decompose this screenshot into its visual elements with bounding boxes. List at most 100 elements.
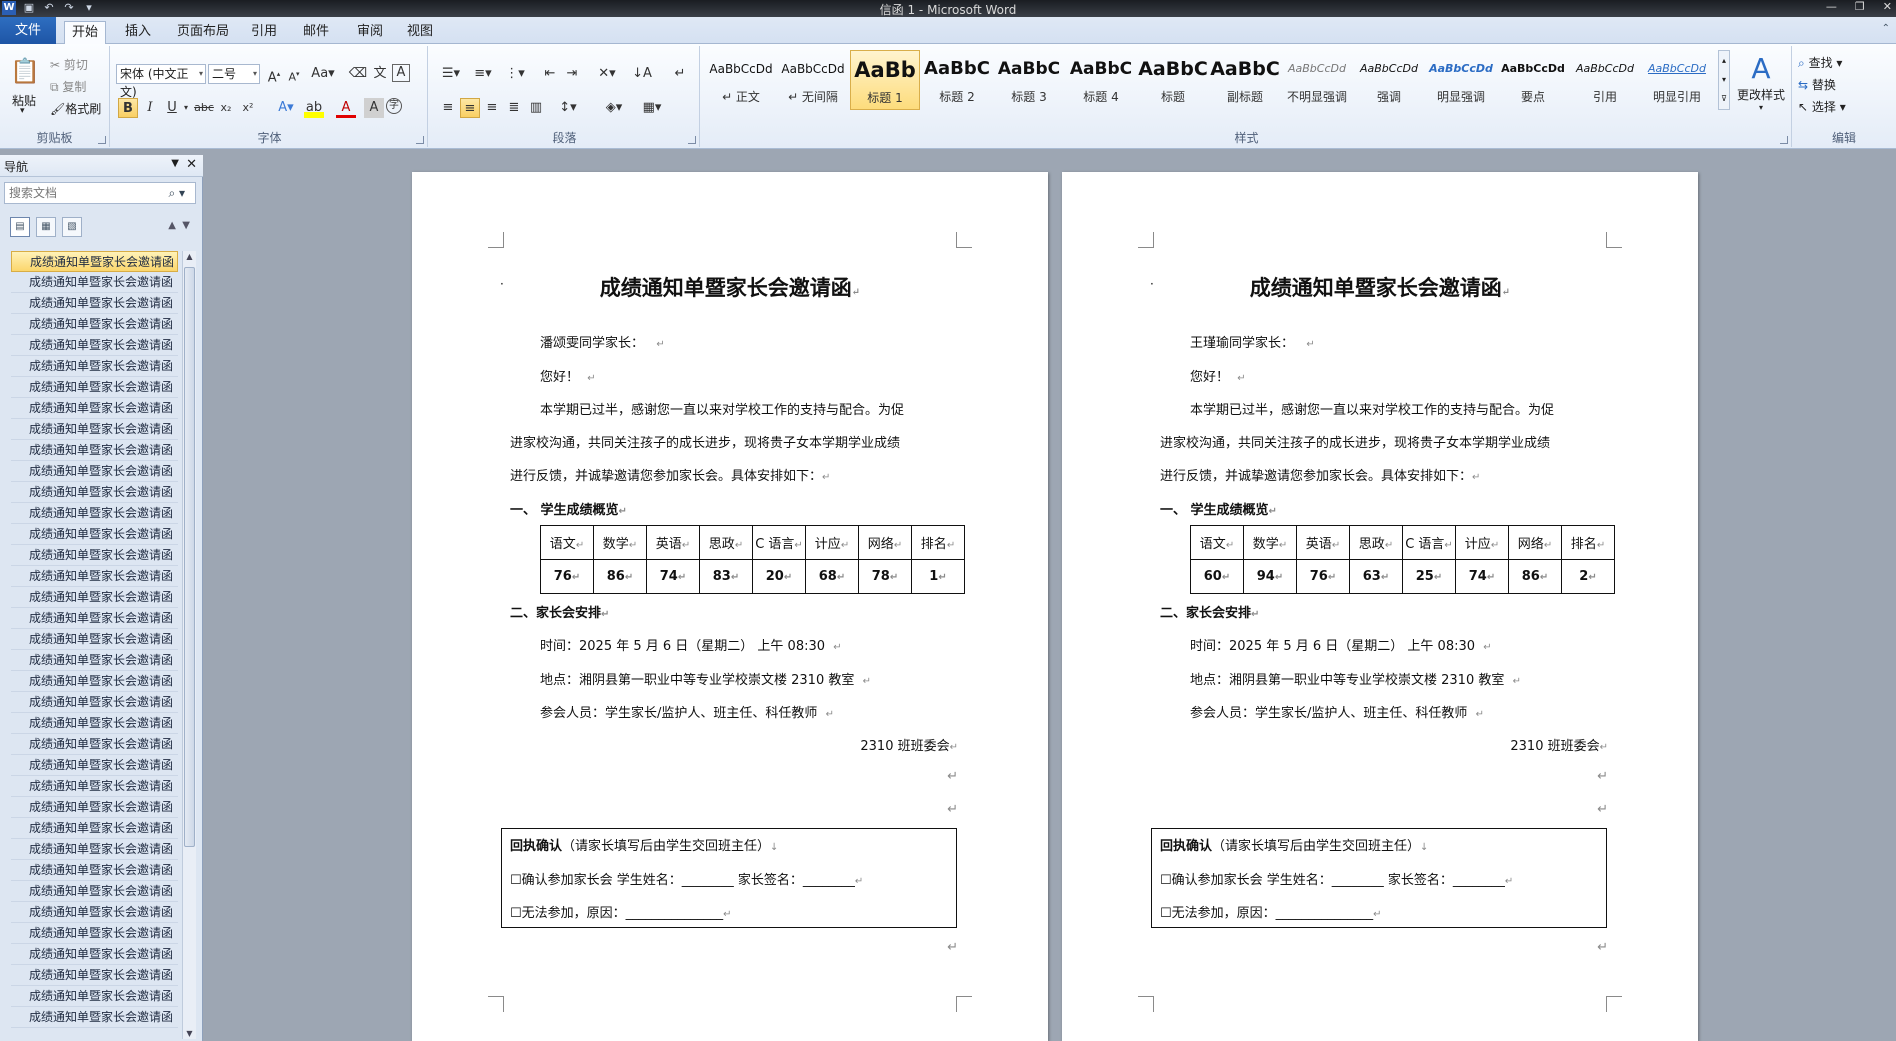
nav-heading-item[interactable]: 成绩通知单暨家长会邀请函 [11, 818, 178, 839]
chinese-layout-icon[interactable]: ✕▾ [594, 64, 620, 84]
reply-title-line[interactable]: 回执确认（请家长填写后由学生交回班主任）↓ [510, 835, 778, 854]
nav-heading-item[interactable]: 成绩通知单暨家长会邀请函 [11, 251, 178, 272]
distribute-icon[interactable]: ▥ [526, 98, 546, 118]
score-cell[interactable]: 86↵ [1508, 559, 1562, 594]
meeting-place-line[interactable]: 地点：湘阴县第一职业中等专业学校崇文楼 2310 教室 ↵ [1190, 669, 1521, 688]
score-cell[interactable]: 1↵ [911, 559, 965, 594]
style-card[interactable]: AaBbCcDd 强调 [1354, 50, 1424, 110]
nav-heading-item[interactable]: 成绩通知单暨家长会邀请函 [11, 608, 178, 629]
reply-option-attend[interactable]: ☐确认参加家长会 学生姓名：________ 家长签名：________↵ [510, 869, 863, 888]
scores-table[interactable]: 语文↵ 数学↵ 英语↵ 思政↵ C 语言↵ 计应↵ 网络↵ 排名↵ 60↵ 94↵ 76↵ 63↵ 2… [1190, 525, 1615, 594]
score-cell[interactable]: 83↵ [699, 559, 753, 594]
subject-header-cell[interactable]: 计应↵ [805, 525, 859, 560]
char-shading-icon[interactable]: A [364, 98, 384, 118]
style-card[interactable]: AaBbCcDd 不明显强调 [1282, 50, 1352, 110]
shading-icon[interactable]: ◈▾ [600, 98, 628, 118]
intro-line-3[interactable]: 进行反馈，并诚挚邀请您参加家长会。具体安排如下：↵ [1160, 465, 1480, 484]
format-painter-button[interactable]: 🖌格式刷 [50, 100, 101, 117]
score-cell[interactable]: 63↵ [1349, 559, 1403, 594]
scroll-up-icon[interactable]: ▲ [183, 252, 196, 261]
nav-heading-item[interactable]: 成绩通知单暨家长会邀请函 [11, 755, 178, 776]
select-button[interactable]: ↖ 选择 ▾ [1798, 98, 1846, 115]
tab-references[interactable]: 引用 [244, 21, 284, 44]
nav-heading-item[interactable]: 成绩通知单暨家长会邀请函 [11, 629, 178, 650]
nav-heading-item[interactable]: 成绩通知单暨家长会邀请函 [11, 713, 178, 734]
subject-header-cell[interactable]: 语文↵ [1190, 525, 1244, 560]
section-meeting-heading[interactable]: 二、家长会安排↵ [1160, 602, 1259, 621]
subject-header-cell[interactable]: 数学↵ [593, 525, 647, 560]
close-icon[interactable]: ✕ [186, 157, 197, 172]
style-card[interactable]: AaBbCcDd 要点 [1498, 50, 1568, 110]
borders-icon[interactable]: ▦▾ [638, 98, 666, 118]
style-card[interactable]: AaBbCcDd 明显强调 [1426, 50, 1496, 110]
shrink-font-icon[interactable]: A▾ [284, 64, 304, 84]
enclose-chars-icon[interactable]: 字 [386, 98, 402, 114]
justify-icon[interactable]: ≣ [504, 98, 524, 118]
tab-home[interactable]: 开始 [64, 21, 106, 44]
nav-heading-item[interactable]: 成绩通知单暨家长会邀请函 [11, 503, 178, 524]
section-meeting-heading[interactable]: 二、家长会安排↵ [510, 602, 609, 621]
subject-header-cell[interactable]: 计应↵ [1455, 525, 1509, 560]
nav-heading-item[interactable]: 成绩通知单暨家长会邀请函 [11, 1007, 178, 1028]
style-card[interactable]: AaBb 标题 1 [850, 50, 920, 110]
style-card[interactable]: AaBbCcDd 引用 [1570, 50, 1640, 110]
clear-format-icon[interactable]: ⌫ [348, 64, 368, 84]
nav-heading-item[interactable]: 成绩通知单暨家长会邀请函 [11, 734, 178, 755]
tab-mailings[interactable]: 邮件 [296, 21, 336, 44]
reply-option-attend[interactable]: ☐确认参加家长会 学生姓名：________ 家长签名：________↵ [1160, 869, 1513, 888]
reply-slip-box[interactable]: 回执确认（请家长填写后由学生交回班主任）↓ ☐确认参加家长会 学生姓名：____… [501, 828, 957, 928]
score-cell[interactable]: 74↵ [646, 559, 700, 594]
nav-heading-item[interactable]: 成绩通知单暨家长会邀请函 [11, 923, 178, 944]
nav-heading-item[interactable]: 成绩通知单暨家长会邀请函 [11, 335, 178, 356]
score-cell[interactable]: 76↵ [1296, 559, 1350, 594]
section-scores-heading[interactable]: 一、 学生成绩概览↵ [1160, 499, 1277, 518]
replace-button[interactable]: ⇆ 替换 [1798, 76, 1836, 93]
nav-heading-item[interactable]: 成绩通知单暨家长会邀请函 [11, 545, 178, 566]
nav-heading-item[interactable]: 成绩通知单暨家长会邀请函 [11, 902, 178, 923]
chevron-down-icon[interactable]: ▼ [182, 220, 190, 231]
meeting-place-line[interactable]: 地点：湘阴县第一职业中等专业学校崇文楼 2310 教室 ↵ [540, 669, 871, 688]
copy-button[interactable]: ⧉ 复制 [50, 78, 86, 95]
meeting-time-line[interactable]: 时间：2025 年 5 月 6 日（星期二） 上午 08:30 ↵ [540, 635, 842, 654]
intro-line-2[interactable]: 进家校沟通，共同关注孩子的成长进步，现将贵子女本学期学业成绩 [510, 432, 900, 451]
nav-heading-item[interactable]: 成绩通知单暨家长会邀请函 [11, 293, 178, 314]
intro-line-2[interactable]: 进家校沟通，共同关注孩子的成长进步，现将贵子女本学期学业成绩 [1160, 432, 1550, 451]
nav-heading-item[interactable]: 成绩通知单暨家长会邀请函 [11, 461, 178, 482]
nav-heading-item[interactable]: 成绩通知单暨家长会邀请函 [11, 419, 178, 440]
subject-header-cell[interactable]: 思政↵ [699, 525, 753, 560]
attendees-line[interactable]: 参会人员：学生家长/监护人、班主任、科任教师 ↵ [540, 702, 834, 721]
align-left-icon[interactable]: ≡ [438, 98, 458, 118]
score-cell[interactable]: 94↵ [1243, 559, 1297, 594]
nav-heading-item[interactable]: 成绩通知单暨家长会邀请函 [11, 797, 178, 818]
highlight-icon[interactable]: ab [304, 98, 324, 118]
score-cell[interactable]: 68↵ [805, 559, 859, 594]
nav-heading-item[interactable]: 成绩通知单暨家长会邀请函 [11, 860, 178, 881]
cut-button[interactable]: ✂ 剪切 [50, 56, 88, 73]
decrease-indent-icon[interactable]: ⇤ [540, 64, 560, 84]
subject-header-cell[interactable]: 排名↵ [911, 525, 965, 560]
subject-header-cell[interactable]: 英语↵ [646, 525, 700, 560]
restore-icon[interactable]: ❐ [1855, 0, 1865, 13]
line-spacing-icon[interactable]: ↕▾ [554, 98, 582, 118]
nav-heading-item[interactable]: 成绩通知单暨家长会邀请函 [11, 356, 178, 377]
nav-search-input[interactable]: 搜索文档 ⌕ ▾ [4, 182, 196, 204]
style-card[interactable]: AaBbC 标题 4 [1066, 50, 1136, 110]
chevron-up-icon[interactable]: ▲ [168, 220, 176, 231]
subject-header-cell[interactable]: 语文↵ [540, 525, 594, 560]
subject-header-cell[interactable]: 英语↵ [1296, 525, 1350, 560]
subject-header-cell[interactable]: 数学↵ [1243, 525, 1297, 560]
grow-font-icon[interactable]: A▴ [264, 64, 284, 85]
align-center-icon[interactable]: ≡ [460, 98, 480, 118]
style-card[interactable]: AaBbC 副标题 [1210, 50, 1280, 110]
nav-heading-item[interactable]: 成绩通知单暨家长会邀请函 [11, 776, 178, 797]
font-name-combo[interactable]: 宋体 (中文正文) ▾ [116, 64, 206, 99]
increase-indent-icon[interactable]: ⇥ [562, 64, 582, 84]
intro-line-1[interactable]: 本学期已过半，感谢您一直以来对学校工作的支持与配合。为促 [540, 399, 904, 418]
tab-file[interactable]: 文件 [0, 17, 56, 44]
score-cell[interactable]: 78↵ [858, 559, 912, 594]
bold-icon[interactable]: B [118, 98, 138, 118]
style-card[interactable]: AaBbC 标题 2 [922, 50, 992, 110]
score-cell[interactable]: 86↵ [593, 559, 647, 594]
style-card[interactable]: AaBbC 标题 [1138, 50, 1208, 110]
font-launcher-icon[interactable] [416, 136, 424, 144]
